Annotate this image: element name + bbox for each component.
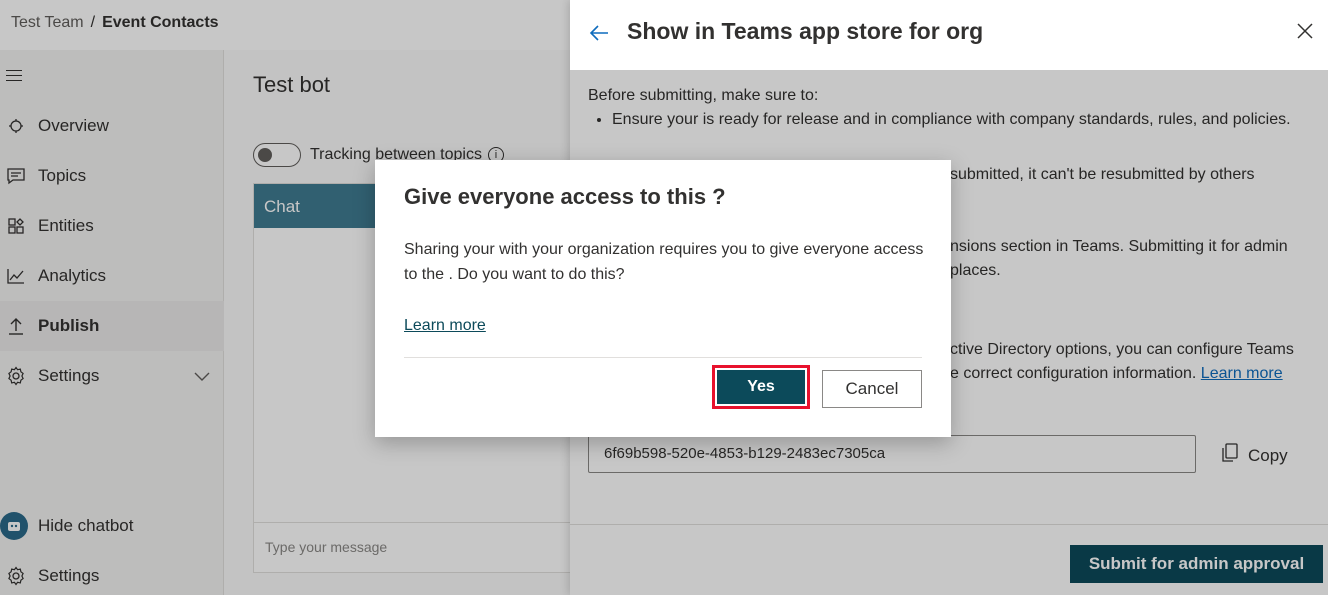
close-icon[interactable] [1296, 22, 1314, 40]
back-arrow-icon[interactable] [588, 22, 610, 44]
yes-button[interactable]: Yes [717, 370, 805, 404]
dialog-learn-more-link[interactable]: Learn more [404, 317, 486, 335]
dialog-title: Give everyone access to this ? [404, 184, 726, 209]
confirm-dialog: Give everyone access to this ? Sharing y… [375, 160, 951, 437]
yes-button-highlight: Yes [712, 365, 810, 409]
panel-title: Show in Teams app store for org [627, 18, 984, 44]
dialog-text: Sharing your with your organization requ… [404, 241, 924, 283]
dialog-divider [404, 357, 922, 358]
cancel-button[interactable]: Cancel [822, 370, 922, 408]
